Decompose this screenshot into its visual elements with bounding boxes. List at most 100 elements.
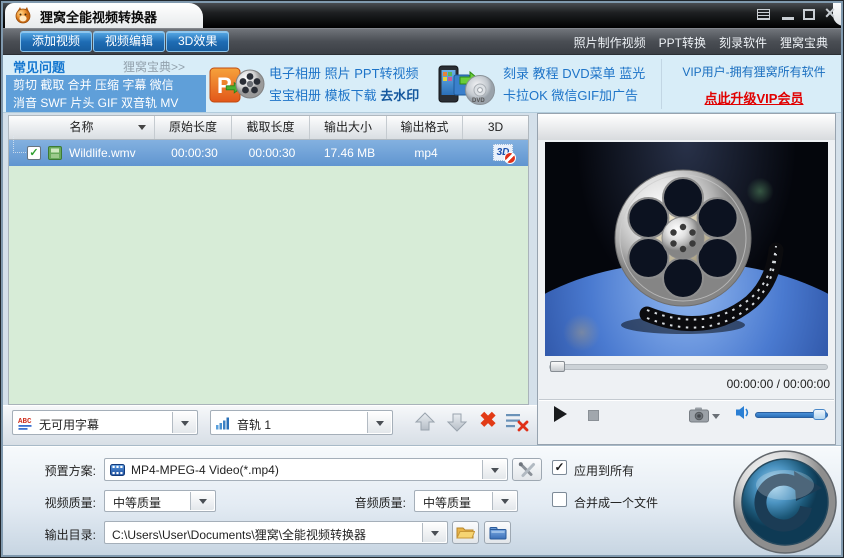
close-button[interactable]: × — [822, 4, 838, 22]
convert-button[interactable] — [732, 449, 838, 555]
vip-block: VIP用户-拥有狸窝所有软件 点此升级VIP会员 — [665, 63, 843, 108]
faq-links-row2[interactable]: 消音 SWF 片头 GIF 双音轨 MV — [13, 94, 206, 112]
video-screen[interactable] — [545, 142, 828, 356]
move-down-button[interactable] — [446, 412, 468, 432]
faq-links-panel: 剪切 截取 合并 压缩 字幕 微信 消音 SWF 片头 GIF 双音轨 MV — [6, 75, 206, 112]
tools-icon — [518, 462, 535, 477]
file-list[interactable]: ✓ Wildlife.wmv 00:00:30 00:00:30 17.46 M… — [8, 136, 529, 405]
video-file-icon — [48, 146, 62, 160]
playback-time: 00:00:00 / 00:00:00 — [726, 377, 830, 391]
file-name: Wildlife.wmv — [69, 146, 136, 160]
subtitle-select[interactable]: ABC 无可用字幕 — [12, 410, 198, 435]
column-header-name-label: 名称 — [69, 120, 94, 134]
window-title: 狸窝全能视频转换器 — [40, 10, 158, 25]
snapshot-dropdown-button[interactable] — [712, 414, 720, 423]
seek-handle[interactable] — [550, 361, 565, 372]
add-video-button[interactable]: 添加视频 — [20, 31, 93, 52]
vip-text: VIP用户-拥有狸窝所有软件 — [682, 65, 826, 79]
snapshot-button[interactable] — [689, 407, 709, 423]
faq-more-link[interactable]: 狸窝宝典>> — [123, 58, 185, 75]
audio-quality-label: 音频质量: — [354, 496, 406, 510]
volume-handle[interactable] — [813, 409, 826, 420]
ppt-links-row1[interactable]: 电子相册 照片 PPT转视频 — [269, 63, 419, 85]
title-bar: 狸窝全能视频转换器 × — [0, 0, 844, 28]
move-up-button[interactable] — [414, 412, 436, 432]
svg-text:DVD: DVD — [472, 98, 485, 104]
minimize-icon — [782, 17, 794, 20]
seek-bar[interactable] — [549, 364, 828, 370]
preset-label: 预置方案: — [44, 464, 96, 478]
link-leawo-baodian[interactable]: 狸窝宝典 — [780, 34, 828, 51]
toolbar-links: 照片制作视频 PPT转换 刻录软件 狸窝宝典 — [574, 34, 828, 51]
maximize-icon — [803, 9, 815, 20]
column-header-output-format[interactable]: 输出格式 — [387, 116, 463, 139]
subtitle-dropdown-button[interactable] — [172, 412, 196, 433]
player-divider — [539, 399, 834, 400]
apply-all-label[interactable]: 应用到所有 — [574, 462, 634, 479]
preset-select[interactable]: MP4-MPEG-4 Video(*.mp4) — [104, 458, 508, 481]
video-quality-select[interactable]: 中等质量 — [104, 490, 216, 512]
merge-label[interactable]: 合并成一个文件 — [574, 494, 658, 511]
output-dir-dropdown-button[interactable] — [422, 523, 446, 542]
subtitle-value: 无可用字幕 — [39, 418, 100, 432]
preset-format-icon — [110, 464, 125, 476]
delete-button[interactable]: ✖ — [475, 408, 501, 433]
output-dir-label: 输出目录: — [44, 528, 96, 542]
preview-header — [538, 114, 835, 140]
audio-track-select[interactable]: 音轨 1 — [210, 410, 393, 435]
preset-settings-button[interactable] — [512, 458, 542, 481]
browse-folder-button[interactable] — [484, 521, 511, 544]
burn-promo-icon[interactable]: DVD — [436, 63, 496, 107]
3d-effect-button[interactable]: 3D效果 — [166, 31, 230, 52]
minimize-button[interactable] — [780, 6, 796, 22]
promo-banner: 常见问题 狸窝宝典>> 剪切 截取 合并 压缩 字幕 微信 消音 SWF 片头 … — [3, 55, 841, 113]
link-ppt-convert[interactable]: PPT转换 — [659, 34, 706, 51]
output-dir-select[interactable]: C:\Users\User\Documents\狸窝\全能视频转换器 — [104, 521, 448, 544]
maximize-button[interactable] — [801, 6, 817, 22]
3d-disabled-icon[interactable]: 3D — [493, 144, 516, 164]
video-quality-value: 中等质量 — [113, 496, 162, 510]
audio-quality-dropdown-button[interactable] — [492, 492, 516, 510]
column-header-original-length[interactable]: 原始长度 — [155, 116, 232, 139]
burn-links-row1[interactable]: 刻录 教程 DVD菜单 蓝光 — [503, 63, 645, 85]
column-header-3d[interactable]: 3D — [463, 116, 528, 139]
table-row[interactable]: ✓ Wildlife.wmv 00:00:30 00:00:30 17.46 M… — [9, 136, 528, 166]
burn-links-row2[interactable]: 卡拉OK 微信GIF加广告 — [503, 85, 645, 107]
play-button[interactable] — [554, 406, 567, 422]
video-quality-dropdown-button[interactable] — [190, 492, 214, 510]
audio-quality-select[interactable]: 中等质量 — [414, 490, 518, 512]
audio-track-value: 音轨 1 — [237, 418, 272, 432]
row-checkbox[interactable]: ✓ — [27, 146, 41, 160]
remove-watermark-link[interactable]: 去水印 — [380, 88, 419, 103]
ppt-promo-links: 电子相册 照片 PPT转视频 宝宝相册 模板下载 去水印 — [269, 63, 419, 107]
audio-quality-value: 中等质量 — [423, 496, 472, 510]
link-photo-to-video[interactable]: 照片制作视频 — [574, 34, 646, 51]
output-dir-value: C:\Users\User\Documents\狸窝\全能视频转换器 — [112, 528, 367, 542]
output-size-value: 17.46 MB — [323, 146, 376, 160]
ppt-links-row2[interactable]: 宝宝相册 模板下载 去水印 — [269, 85, 419, 107]
column-header-cut-length[interactable]: 截取长度 — [232, 116, 310, 139]
audio-track-dropdown-button[interactable] — [367, 412, 391, 433]
link-burn-software[interactable]: 刻录软件 — [719, 34, 767, 51]
subtitle-icon: ABC — [18, 418, 32, 430]
banner-divider — [661, 59, 662, 109]
app-window: 狸窝全能视频转换器 × 添加视频 视频编辑 3D效果 照片制作视频 PPT转换 … — [0, 0, 844, 558]
faq-links-row1[interactable]: 剪切 截取 合并 压缩 字幕 微信 — [13, 76, 206, 94]
sort-arrow-icon — [138, 125, 146, 134]
apply-all-checkbox[interactable]: ✓ — [552, 460, 567, 475]
output-format-value: mp4 — [414, 146, 438, 160]
original-length-value: 00:00:30 — [171, 146, 218, 160]
window-menu-button[interactable] — [756, 6, 772, 22]
vip-upgrade-link[interactable]: 点此升级VIP会员 — [705, 88, 804, 107]
column-header-name[interactable]: 名称 — [9, 116, 155, 139]
stop-button[interactable] — [588, 410, 599, 421]
edit-video-button[interactable]: 视频编辑 — [93, 31, 166, 52]
ppt-promo-icon[interactable]: P — [209, 63, 265, 107]
preset-dropdown-button[interactable] — [482, 460, 506, 479]
merge-checkbox[interactable] — [552, 492, 567, 507]
volume-icon[interactable] — [735, 405, 751, 420]
ppt-links-row2-normal[interactable]: 宝宝相册 模板下载 — [269, 88, 380, 103]
clear-list-button[interactable] — [505, 412, 529, 432]
open-output-folder-button[interactable] — [452, 521, 479, 544]
column-header-output-size[interactable]: 输出大小 — [310, 116, 387, 139]
